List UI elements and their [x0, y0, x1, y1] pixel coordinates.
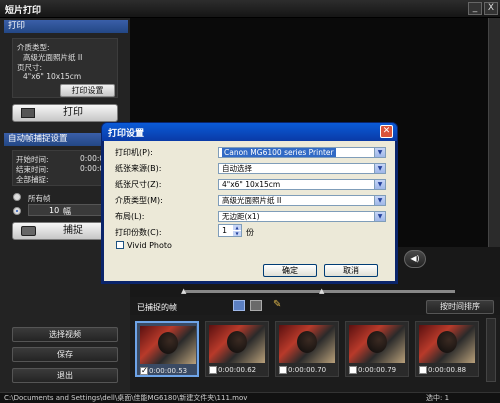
paper-source-select[interactable]: 自动选择 ▼: [218, 163, 386, 174]
frame-thumbnail: [279, 325, 335, 363]
status-selected: 选中: 1: [426, 394, 450, 402]
stepper-up-icon[interactable]: ▲: [233, 225, 241, 230]
chevron-down-icon[interactable]: ▼: [374, 148, 385, 157]
seek-start-marker[interactable]: ▲: [181, 287, 186, 295]
frame-time: 0:00:00.62: [218, 366, 257, 374]
printer-icon: [21, 108, 35, 118]
app-title-bar: 短片打印 _ X: [0, 0, 500, 18]
frame-card[interactable]: 0:00:00.53: [135, 321, 199, 377]
chevron-down-icon[interactable]: ▼: [374, 212, 385, 221]
dialog-close-icon[interactable]: ✕: [380, 125, 393, 138]
frame-time: 0:00:00.79: [358, 366, 397, 374]
layout-label: 布局(L):: [115, 212, 145, 221]
camera-icon: [21, 226, 36, 236]
tool-icon[interactable]: ✎: [273, 299, 281, 310]
select-video-button[interactable]: 选择视频: [12, 327, 118, 342]
all-frames-radio[interactable]: [13, 193, 21, 201]
status-path: C:\Documents and Settings\dell\桌面\佳能MG61…: [4, 394, 248, 402]
paper-source-label: 纸张来源(B):: [115, 164, 162, 173]
media-type-dialog-label: 介质类型(M):: [115, 196, 163, 205]
vivid-photo-checkbox[interactable]: [116, 241, 124, 249]
app-title: 短片打印: [5, 6, 42, 16]
frame-checkbox[interactable]: [419, 366, 427, 374]
copies-stepper[interactable]: 1 ▲ ▼: [218, 224, 242, 237]
volume-icon[interactable]: ◀): [404, 250, 426, 268]
frame-count-radio[interactable]: [13, 207, 21, 215]
frame-thumbnail: [140, 326, 196, 364]
minimize-button[interactable]: _: [468, 2, 482, 15]
capture-button-label: 捕捉: [63, 225, 83, 236]
print-button-label: 打印: [63, 107, 83, 118]
frame-card[interactable]: 0:00:00.70: [275, 321, 339, 377]
vivid-photo-label: Vivid Photo: [127, 241, 172, 250]
grid-view-icon[interactable]: [233, 300, 245, 311]
frame-card[interactable]: 0:00:00.62: [205, 321, 269, 377]
paper-size-value: 4"x6" 10x15cm: [222, 180, 281, 189]
dialog-title-bar: 打印设置 ✕: [102, 123, 397, 141]
paper-source-value: 自动选择: [222, 164, 252, 173]
frame-checkbox[interactable]: [349, 366, 357, 374]
printer-value: Canon MG6100 series Printer: [222, 148, 336, 157]
chevron-down-icon[interactable]: ▼: [374, 164, 385, 173]
copies-value: 1: [222, 226, 228, 235]
close-button[interactable]: X: [484, 2, 498, 15]
frame-checkbox[interactable]: [140, 366, 148, 375]
copies-unit: 份: [246, 228, 254, 237]
capture-all-label: 全部捕捉:: [16, 175, 49, 184]
chevron-down-icon[interactable]: ▼: [374, 180, 385, 189]
frame-thumbnail: [419, 325, 475, 363]
video-scrollbar[interactable]: [488, 18, 500, 278]
frame-time: 0:00:00.53: [149, 367, 188, 375]
printer-select[interactable]: Canon MG6100 series Printer ▼: [218, 147, 386, 158]
page-size-value: 4"x6" 10x15cm: [23, 72, 82, 81]
cancel-button[interactable]: 取消: [324, 264, 378, 277]
frame-checkbox[interactable]: [279, 366, 287, 374]
frames-scrollbar[interactable]: [486, 318, 496, 382]
frame-thumbnail: [209, 325, 265, 363]
dialog-title: 打印设置: [108, 129, 145, 139]
frame-time: 0:00:00.70: [288, 366, 327, 374]
layout-select[interactable]: 无边距(x1) ▼: [218, 211, 386, 222]
print-button[interactable]: 打印: [12, 104, 118, 122]
chevron-down-icon[interactable]: ▼: [374, 196, 385, 205]
all-frames-label: 所有帧: [28, 194, 51, 203]
print-settings-button[interactable]: 打印设置: [60, 84, 115, 97]
frame-count-value: 10: [49, 206, 60, 215]
stepper-down-icon[interactable]: ▼: [233, 231, 241, 236]
seek-end-marker[interactable]: ▲: [319, 287, 324, 295]
media-type-select[interactable]: 高级光面照片纸 II ▼: [218, 195, 386, 206]
paper-size-select[interactable]: 4"x6" 10x15cm ▼: [218, 179, 386, 190]
frame-count-unit: 幅: [63, 207, 71, 216]
frame-checkbox[interactable]: [209, 366, 217, 374]
save-button[interactable]: 保存: [12, 347, 118, 362]
printer-label: 打印机(P):: [115, 148, 153, 157]
media-type-dialog-value: 高级光面照片纸 II: [222, 196, 282, 205]
frame-time: 0:00:00.88: [428, 366, 467, 374]
paper-size-label: 纸张尺寸(Z):: [115, 180, 162, 189]
ok-button[interactable]: 确定: [263, 264, 317, 277]
layout-value: 无边距(x1): [222, 212, 260, 221]
list-view-icon[interactable]: [250, 300, 262, 311]
copies-label: 打印份数(C):: [115, 228, 162, 237]
frame-card[interactable]: 0:00:00.88: [415, 321, 479, 377]
exit-button[interactable]: 退出: [12, 368, 118, 383]
frame-card[interactable]: 0:00:00.79: [345, 321, 409, 377]
sort-by-time-button[interactable]: 按时间排序: [426, 300, 494, 314]
status-bar: C:\Documents and Settings\dell\桌面\佳能MG61…: [0, 392, 500, 403]
frame-thumbnail: [349, 325, 405, 363]
print-section-header: 打印: [4, 20, 128, 33]
frames-header-label: 已捕捉的帧: [137, 303, 177, 312]
